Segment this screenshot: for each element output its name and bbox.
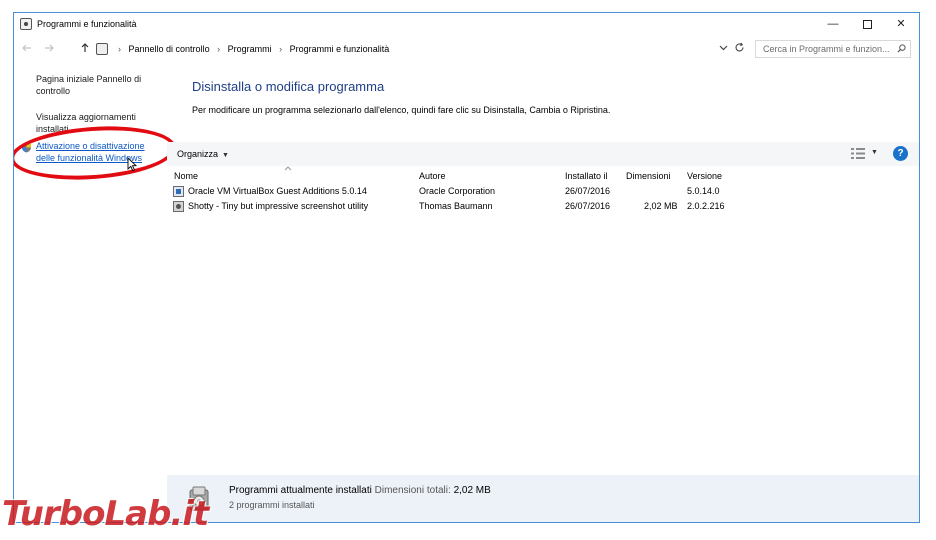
arrow-left-icon	[22, 44, 31, 52]
mouse-cursor-icon	[127, 157, 137, 172]
search-icon	[897, 44, 906, 53]
organize-label: Organizza	[177, 149, 219, 159]
search-input[interactable]: Cerca in Programmi e funzion...	[755, 40, 911, 58]
minimize-button[interactable]: —	[816, 13, 850, 35]
maximize-button[interactable]	[850, 13, 884, 35]
table-row[interactable]: Oracle VM VirtualBox Guest Additions 5.0…	[167, 184, 767, 199]
breadcrumb: › Pannello di controllo › Programmi › Pr…	[113, 44, 389, 54]
virtualbox-icon	[173, 186, 184, 197]
details-title-text: Programmi attualmente installati	[229, 485, 372, 496]
close-button[interactable]: ✕	[884, 13, 918, 35]
details-view-icon[interactable]	[851, 148, 865, 159]
main-panel: Disinstalla o modifica programma Per mod…	[167, 63, 919, 483]
caret-down-icon: ▼	[222, 152, 229, 159]
control-panel-icon	[96, 43, 108, 55]
row-version: 5.0.14.0	[687, 186, 720, 196]
column-header-name[interactable]: Nome	[174, 171, 198, 181]
breadcrumb-item-programmi-funzionalita[interactable]: Programmi e funzionalità	[290, 44, 390, 54]
organize-button[interactable]: Organizza ▼	[177, 149, 229, 159]
refresh-button[interactable]	[734, 42, 745, 56]
caret-down-icon[interactable]: ▼	[871, 149, 878, 156]
programs-toolbar: Organizza ▼ ▼ ?	[167, 142, 919, 166]
chevron-right-icon: ›	[118, 44, 121, 54]
help-icon[interactable]: ?	[893, 146, 908, 161]
search-placeholder: Cerca in Programmi e funzion...	[763, 44, 890, 54]
sidebar: Pagina iniziale Pannello di controllo Vi…	[14, 63, 178, 483]
control-panel-icon	[20, 18, 32, 30]
maximize-icon	[862, 19, 872, 29]
column-header-publisher[interactable]: Autore	[419, 171, 446, 181]
table-row[interactable]: Shotty - Tiny but impressive screenshot …	[167, 199, 767, 214]
watermark-logo: TurboLab.it	[2, 494, 209, 534]
up-button[interactable]	[78, 42, 92, 56]
address-history-dropdown[interactable]	[719, 43, 728, 54]
column-header-installed-on[interactable]: Installato il	[565, 171, 608, 181]
address-bar: › Pannello di controllo › Programmi › Pr…	[14, 40, 919, 60]
details-pane: Programmi attualmente installati Dimensi…	[167, 475, 919, 522]
row-name: Oracle VM VirtualBox Guest Additions 5.0…	[188, 186, 367, 196]
row-installed-on: 26/07/2016	[565, 201, 611, 211]
installed-programs-title: Programmi attualmente installati Dimensi…	[229, 485, 491, 496]
total-size-label: Dimensioni totali:	[374, 485, 451, 496]
breadcrumb-item-pannello[interactable]: Pannello di controllo	[129, 44, 210, 54]
installed-count: 2 programmi installati	[229, 500, 315, 510]
sidebar-link-home[interactable]: Pagina iniziale Pannello di controllo	[36, 73, 156, 97]
chevron-right-icon: ›	[279, 44, 283, 54]
total-size-value: 2,02 MB	[453, 485, 491, 496]
arrow-up-icon	[81, 43, 89, 52]
control-panel-window: Programmi e funzionalità — ✕ › Pannello …	[13, 12, 920, 523]
refresh-icon	[735, 42, 744, 52]
row-publisher: Oracle Corporation	[419, 186, 496, 196]
arrow-right-icon	[45, 44, 54, 52]
row-publisher: Thomas Baumann	[419, 201, 493, 211]
row-size: 2,02 MB	[644, 201, 678, 211]
chevron-right-icon: ›	[217, 44, 221, 54]
row-installed-on: 26/07/2016	[565, 186, 611, 196]
chevron-down-icon	[719, 45, 728, 51]
page-title: Disinstalla o modifica programma	[192, 79, 385, 94]
column-header-version[interactable]: Versione	[687, 171, 722, 181]
back-button[interactable]	[20, 42, 34, 56]
sort-ascending-icon	[284, 166, 292, 171]
title-bar: Programmi e funzionalità — ✕	[14, 13, 919, 37]
window-title: Programmi e funzionalità	[37, 19, 137, 29]
row-version: 2.0.2.216	[687, 201, 725, 211]
breadcrumb-item-programmi[interactable]: Programmi	[228, 44, 272, 54]
forward-button[interactable]	[42, 42, 56, 56]
column-header-size[interactable]: Dimensioni	[626, 171, 671, 181]
shotty-icon	[173, 201, 184, 212]
row-name: Shotty - Tiny but impressive screenshot …	[188, 201, 369, 211]
instructions-text: Per modificare un programma selezionarlo…	[192, 105, 611, 115]
